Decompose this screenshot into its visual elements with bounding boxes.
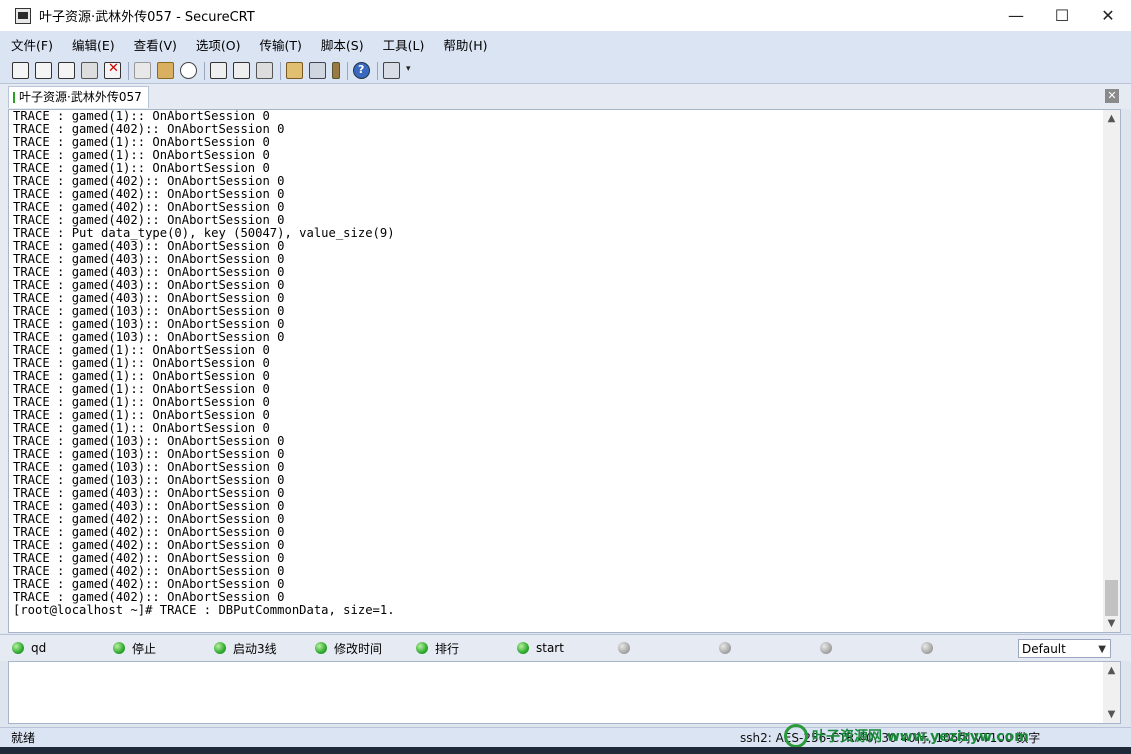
menu-bar: 文件(F) 编辑(E) 查看(V) 选项(O) 传输(T) 脚本(S) 工具(L…	[0, 31, 1131, 58]
select-value: Default	[1022, 642, 1066, 656]
led-icon	[618, 642, 630, 654]
button-modify-time[interactable]: 修改时间	[315, 635, 382, 661]
toolbar-separator	[347, 61, 348, 80]
led-icon	[214, 642, 226, 654]
quick-connect-icon[interactable]	[35, 62, 52, 79]
chevron-down-icon: ▼	[1098, 644, 1106, 655]
button-label: 启动3线	[233, 641, 277, 656]
button-label: 停止	[132, 641, 157, 656]
led-icon	[12, 642, 24, 654]
button-label: qd	[31, 641, 47, 655]
led-icon	[719, 642, 731, 654]
scroll-down-icon[interactable]: ▼	[1103, 615, 1120, 632]
toolbar-separator	[204, 61, 205, 80]
disconnect-icon[interactable]: ✕	[104, 61, 121, 79]
status-ready: 就绪	[11, 731, 36, 745]
watermark: 叶子资源网 www.yezizyw.com	[784, 723, 1029, 749]
button-stop[interactable]: 停止	[113, 635, 156, 661]
button-qd[interactable]: qd	[12, 635, 46, 661]
window-controls: — ☐ ✕	[993, 0, 1131, 31]
button-empty-2[interactable]	[719, 635, 738, 661]
button-start[interactable]: start	[517, 635, 564, 661]
button-empty-4[interactable]	[921, 635, 940, 661]
title-bar: 叶子资源·武林外传057 - SecureCRT — ☐ ✕	[0, 0, 1131, 31]
window-title: 叶子资源·武林外传057 - SecureCRT	[39, 10, 255, 25]
sftp-icon[interactable]	[383, 62, 400, 79]
button-ranking[interactable]: 排行	[416, 635, 459, 661]
led-icon	[517, 642, 529, 654]
find-icon[interactable]	[180, 62, 197, 79]
paste-icon[interactable]	[157, 62, 174, 79]
toolbar: ✕ ? ▾	[0, 58, 1131, 84]
terminal-output[interactable]: TRACE : gamed(1):: OnAbortSession 0 TRACE…	[8, 109, 1103, 633]
watermark-logo-icon	[784, 724, 808, 748]
menu-view[interactable]: 查看(V)	[123, 35, 185, 54]
keymap-icon[interactable]	[332, 62, 340, 79]
print-setup-icon[interactable]	[256, 62, 273, 79]
minimize-button[interactable]: —	[993, 0, 1039, 31]
tab-close-icon[interactable]: ✕	[1105, 89, 1119, 103]
menu-file[interactable]: 文件(F)	[0, 35, 61, 54]
menu-transfer[interactable]: 传输(T)	[249, 35, 310, 54]
connect-tab-icon[interactable]	[58, 62, 75, 79]
terminal-line: [root@localhost ~]# TRACE : DBPutCommonD…	[13, 603, 395, 617]
desktop-background	[0, 747, 1131, 754]
led-icon	[315, 642, 327, 654]
scroll-down-icon[interactable]: ▼	[1103, 706, 1120, 723]
print-selection-icon[interactable]	[233, 62, 250, 79]
close-button[interactable]: ✕	[1085, 0, 1131, 31]
command-window[interactable]	[8, 661, 1103, 724]
scroll-thumb[interactable]	[1105, 580, 1118, 616]
global-options-icon[interactable]	[309, 62, 326, 79]
menu-options[interactable]: 选项(O)	[185, 35, 249, 54]
reconnect-icon[interactable]	[81, 62, 98, 79]
copy-icon[interactable]	[134, 62, 151, 79]
terminal-lines: TRACE : gamed(1):: OnAbortSession 0 TRACE…	[13, 110, 395, 617]
maximize-button[interactable]: ☐	[1039, 0, 1085, 31]
tab-session[interactable]: 叶子资源·武林外传057	[8, 86, 149, 108]
toolbar-separator	[128, 61, 129, 80]
button-label: 修改时间	[334, 641, 383, 656]
connect-icon[interactable]	[12, 62, 29, 79]
scroll-up-icon[interactable]: ▲	[1103, 662, 1120, 679]
menu-tools[interactable]: 工具(L)	[372, 35, 433, 54]
scroll-up-icon[interactable]: ▲	[1103, 110, 1120, 127]
menu-script[interactable]: 脚本(S)	[310, 35, 372, 54]
terminal-scrollbar[interactable]: ▲ ▼	[1103, 109, 1121, 633]
securecrt-app-icon[interactable]	[15, 7, 31, 24]
button-label: start	[536, 641, 564, 655]
led-icon	[820, 642, 832, 654]
button-bar-select[interactable]: Default ▼	[1018, 639, 1111, 658]
button-empty-3[interactable]	[820, 635, 839, 661]
session-options-icon[interactable]	[286, 62, 303, 79]
led-icon	[921, 642, 933, 654]
command-window-scrollbar[interactable]: ▲ ▼	[1103, 661, 1121, 724]
more-icon[interactable]: ▾	[406, 64, 414, 83]
session-tab-bar: 叶子资源·武林外传057 ✕	[0, 84, 1131, 109]
print-icon[interactable]	[210, 62, 227, 79]
watermark-text: 叶子资源网 www.yezizyw.com	[812, 729, 1029, 745]
button-start-3-lines[interactable]: 启动3线	[214, 635, 277, 661]
menu-edit[interactable]: 编辑(E)	[61, 35, 123, 54]
button-label: 排行	[435, 641, 460, 656]
led-icon	[416, 642, 428, 654]
toolbar-separator	[377, 61, 378, 80]
button-empty-1[interactable]	[618, 635, 637, 661]
toolbar-separator	[280, 61, 281, 80]
led-icon	[113, 642, 125, 654]
left-border	[0, 109, 8, 633]
help-icon[interactable]: ?	[353, 62, 370, 79]
button-bar: qd 停止 启动3线 修改时间 排行 start Default ▼	[0, 634, 1131, 661]
menu-help[interactable]: 帮助(H)	[432, 35, 495, 54]
